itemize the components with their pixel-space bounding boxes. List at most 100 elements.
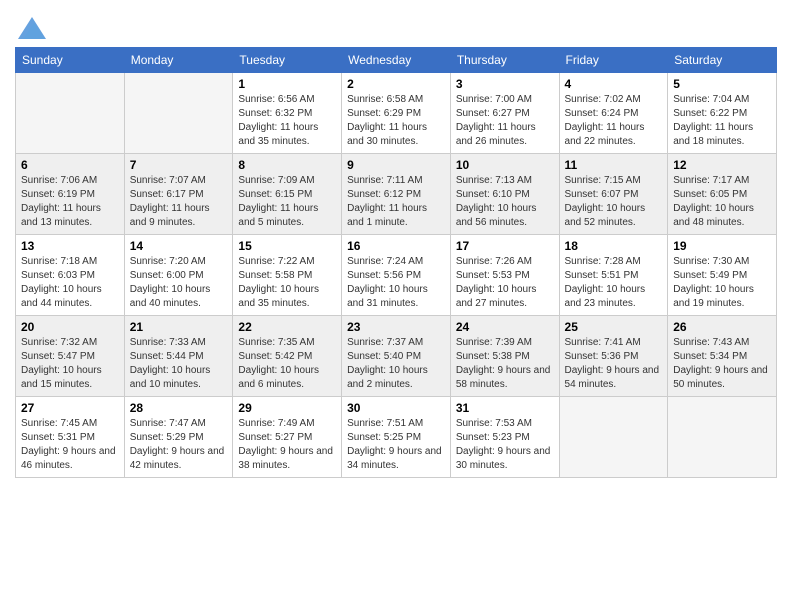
calendar-cell: 16 Sunrise: 7:24 AMSunset: 5:56 PMDayligh… (342, 235, 451, 316)
week-row-5: 27 Sunrise: 7:45 AMSunset: 5:31 PMDayligh… (16, 397, 777, 478)
calendar-cell: 2 Sunrise: 6:58 AMSunset: 6:29 PMDaylight… (342, 73, 451, 154)
day-number: 14 (130, 239, 228, 253)
day-info: Sunrise: 7:35 AMSunset: 5:42 PMDaylight:… (238, 336, 336, 392)
calendar-cell: 1 Sunrise: 6:56 AMSunset: 6:32 PMDaylight… (233, 73, 342, 154)
week-row-1: 1 Sunrise: 6:56 AMSunset: 6:32 PMDaylight… (16, 73, 777, 154)
calendar-cell (16, 73, 125, 154)
day-info: Sunrise: 7:18 AMSunset: 6:03 PMDaylight:… (21, 255, 119, 311)
calendar-cell: 27 Sunrise: 7:45 AMSunset: 5:31 PMDayligh… (16, 397, 125, 478)
day-info: Sunrise: 7:04 AMSunset: 6:22 PMDaylight:… (673, 93, 771, 149)
weekday-header-friday: Friday (559, 48, 668, 73)
logo (15, 15, 46, 39)
calendar-cell: 11 Sunrise: 7:15 AMSunset: 6:07 PMDayligh… (559, 154, 668, 235)
day-info: Sunrise: 7:26 AMSunset: 5:53 PMDaylight:… (456, 255, 554, 311)
day-number: 20 (21, 320, 119, 334)
calendar-cell: 26Sunrise: 7:43 AMSunset: 5:34 PMDayligh… (668, 316, 777, 397)
day-info: Sunrise: 7:33 AMSunset: 5:44 PMDaylight:… (130, 336, 228, 392)
calendar-cell: 18Sunrise: 7:28 AMSunset: 5:51 PMDayligh… (559, 235, 668, 316)
weekday-header-tuesday: Tuesday (233, 48, 342, 73)
day-info: Sunrise: 7:32 AMSunset: 5:47 PMDaylight:… (21, 336, 119, 392)
day-number: 19 (673, 239, 771, 253)
calendar-cell: 25Sunrise: 7:41 AMSunset: 5:36 PMDayligh… (559, 316, 668, 397)
day-number: 22 (238, 320, 336, 334)
calendar-cell: 19Sunrise: 7:30 AMSunset: 5:49 PMDayligh… (668, 235, 777, 316)
day-info: Sunrise: 7:37 AMSunset: 5:40 PMDaylight:… (347, 336, 445, 392)
day-number: 17 (456, 239, 554, 253)
day-number: 2 (347, 77, 445, 91)
calendar-cell: 14 Sunrise: 7:20 AMSunset: 6:00 PMDayligh… (124, 235, 233, 316)
calendar-cell: 13 Sunrise: 7:18 AMSunset: 6:03 PMDayligh… (16, 235, 125, 316)
day-number: 27 (21, 401, 119, 415)
day-info: Sunrise: 7:09 AMSunset: 6:15 PMDaylight:… (238, 174, 336, 230)
week-row-3: 13 Sunrise: 7:18 AMSunset: 6:03 PMDayligh… (16, 235, 777, 316)
calendar-cell: 22 Sunrise: 7:35 AMSunset: 5:42 PMDayligh… (233, 316, 342, 397)
day-info: Sunrise: 7:13 AMSunset: 6:10 PMDaylight:… (456, 174, 554, 230)
weekday-header-thursday: Thursday (450, 48, 559, 73)
calendar-cell: 3Sunrise: 7:00 AMSunset: 6:27 PMDaylight… (450, 73, 559, 154)
day-number: 23 (347, 320, 445, 334)
day-info: Sunrise: 7:06 AMSunset: 6:19 PMDaylight:… (21, 174, 119, 230)
calendar-cell: 30 Sunrise: 7:51 AMSunset: 5:25 PMDayligh… (342, 397, 451, 478)
weekday-header-row: SundayMondayTuesdayWednesdayThursdayFrid… (16, 48, 777, 73)
calendar-cell: 12Sunrise: 7:17 AMSunset: 6:05 PMDayligh… (668, 154, 777, 235)
day-info: Sunrise: 7:43 AMSunset: 5:34 PMDaylight:… (673, 336, 771, 392)
calendar-cell (668, 397, 777, 478)
day-number: 4 (565, 77, 663, 91)
day-number: 5 (673, 77, 771, 91)
day-number: 25 (565, 320, 663, 334)
day-info: Sunrise: 7:53 AMSunset: 5:23 PMDaylight:… (456, 417, 554, 473)
calendar-cell: 7 Sunrise: 7:07 AMSunset: 6:17 PMDaylight… (124, 154, 233, 235)
day-info: Sunrise: 7:24 AMSunset: 5:56 PMDaylight:… (347, 255, 445, 311)
day-number: 1 (238, 77, 336, 91)
day-number: 6 (21, 158, 119, 172)
logo-icon (18, 17, 46, 39)
day-info: Sunrise: 7:22 AMSunset: 5:58 PMDaylight:… (238, 255, 336, 311)
calendar-cell: 29 Sunrise: 7:49 AMSunset: 5:27 PMDayligh… (233, 397, 342, 478)
day-number: 7 (130, 158, 228, 172)
day-info: Sunrise: 7:39 AMSunset: 5:38 PMDaylight:… (456, 336, 554, 392)
day-number: 11 (565, 158, 663, 172)
day-number: 8 (238, 158, 336, 172)
day-info: Sunrise: 7:45 AMSunset: 5:31 PMDaylight:… (21, 417, 119, 473)
calendar-cell: 9 Sunrise: 7:11 AMSunset: 6:12 PMDaylight… (342, 154, 451, 235)
header (15, 10, 777, 39)
day-info: Sunrise: 7:49 AMSunset: 5:27 PMDaylight:… (238, 417, 336, 473)
day-info: Sunrise: 7:11 AMSunset: 6:12 PMDaylight:… (347, 174, 445, 230)
day-number: 10 (456, 158, 554, 172)
day-number: 3 (456, 77, 554, 91)
day-number: 29 (238, 401, 336, 415)
day-info: Sunrise: 7:28 AMSunset: 5:51 PMDaylight:… (565, 255, 663, 311)
day-number: 16 (347, 239, 445, 253)
calendar-cell: 10 Sunrise: 7:13 AMSunset: 6:10 PMDayligh… (450, 154, 559, 235)
day-number: 15 (238, 239, 336, 253)
day-info: Sunrise: 6:58 AMSunset: 6:29 PMDaylight:… (347, 93, 445, 149)
calendar-cell: 31 Sunrise: 7:53 AMSunset: 5:23 PMDayligh… (450, 397, 559, 478)
calendar-cell (559, 397, 668, 478)
day-info: Sunrise: 6:56 AMSunset: 6:32 PMDaylight:… (238, 93, 336, 149)
day-number: 13 (21, 239, 119, 253)
day-number: 21 (130, 320, 228, 334)
calendar-cell: 21 Sunrise: 7:33 AMSunset: 5:44 PMDayligh… (124, 316, 233, 397)
weekday-header-monday: Monday (124, 48, 233, 73)
calendar-cell: 24Sunrise: 7:39 AMSunset: 5:38 PMDayligh… (450, 316, 559, 397)
calendar-cell: 4Sunrise: 7:02 AMSunset: 6:24 PMDaylight… (559, 73, 668, 154)
calendar-cell: 8 Sunrise: 7:09 AMSunset: 6:15 PMDaylight… (233, 154, 342, 235)
day-info: Sunrise: 7:15 AMSunset: 6:07 PMDaylight:… (565, 174, 663, 230)
day-info: Sunrise: 7:51 AMSunset: 5:25 PMDaylight:… (347, 417, 445, 473)
calendar-cell: 23 Sunrise: 7:37 AMSunset: 5:40 PMDayligh… (342, 316, 451, 397)
day-info: Sunrise: 7:47 AMSunset: 5:29 PMDaylight:… (130, 417, 228, 473)
calendar-cell: 6 Sunrise: 7:06 AMSunset: 6:19 PMDaylight… (16, 154, 125, 235)
week-row-2: 6 Sunrise: 7:06 AMSunset: 6:19 PMDaylight… (16, 154, 777, 235)
calendar-cell: 5 Sunrise: 7:04 AMSunset: 6:22 PMDaylight… (668, 73, 777, 154)
day-info: Sunrise: 7:20 AMSunset: 6:00 PMDaylight:… (130, 255, 228, 311)
day-number: 30 (347, 401, 445, 415)
day-info: Sunrise: 7:17 AMSunset: 6:05 PMDaylight:… (673, 174, 771, 230)
weekday-header-saturday: Saturday (668, 48, 777, 73)
day-number: 31 (456, 401, 554, 415)
calendar-cell: 17 Sunrise: 7:26 AMSunset: 5:53 PMDayligh… (450, 235, 559, 316)
day-number: 9 (347, 158, 445, 172)
calendar: SundayMondayTuesdayWednesdayThursdayFrid… (15, 47, 777, 478)
calendar-cell: 20 Sunrise: 7:32 AMSunset: 5:47 PMDayligh… (16, 316, 125, 397)
day-number: 28 (130, 401, 228, 415)
day-info: Sunrise: 7:07 AMSunset: 6:17 PMDaylight:… (130, 174, 228, 230)
